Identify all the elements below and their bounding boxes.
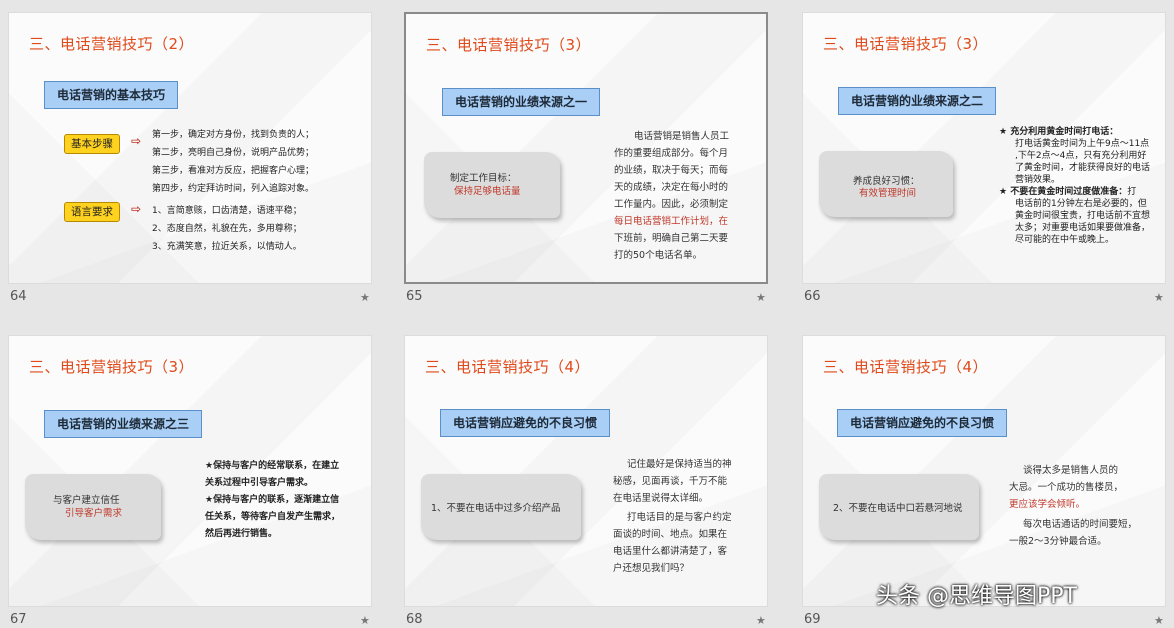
list-item: 1、言简意赅，口齿清楚，语速平稳；: [152, 206, 302, 216]
slide-title: 三、电话营销技巧（3）: [823, 35, 989, 53]
slide-thumbnail-68[interactable]: 三、电话营销技巧（4） 电话营销应避免的不良习惯 1、不要在电话中过多介绍产品 …: [404, 335, 770, 628]
paper-highlight: 有效管理时间: [859, 188, 917, 199]
slide-thumbnail-66[interactable]: 三、电话营销技巧（3） 电话营销的业绩来源之二 养成良好习惯： 有效管理时间 ★…: [802, 12, 1168, 312]
slide-canvas: 三、电话营销技巧（2） 电话营销的基本技巧 基本步骤 ⇨ 第一步，确定对方身份，…: [8, 12, 372, 284]
arrow-icon: ⇨: [131, 202, 142, 216]
section-heading-box: 电话营销应避免的不良习惯: [440, 409, 611, 437]
star-icon[interactable]: ★: [1154, 614, 1164, 627]
star-icon[interactable]: ★: [756, 614, 766, 627]
basic-steps-tag: 基本步骤: [64, 134, 120, 154]
star-icon[interactable]: ★: [360, 291, 370, 304]
body-paragraph: 记住最好是保持适当的神 秘感，见面再谈，千万不能 在电话里说得太详细。: [613, 459, 732, 504]
bullet-heading: ★ 不要在黄金时间过度做准备：打: [999, 187, 1137, 197]
slide-number: 68: [406, 612, 423, 627]
language-list: 1、言简意赅，口齿清楚，语速平稳； 2、态度自然，礼貌在先，多用尊称； 3、充满…: [152, 202, 302, 256]
slide-title: 三、电话营销技巧（3）: [426, 36, 592, 54]
slide-thumbnail-64[interactable]: 三、电话营销技巧（2） 电话营销的基本技巧 基本步骤 ⇨ 第一步，确定对方身份，…: [8, 12, 374, 312]
slide-title: 三、电话营销技巧（2）: [29, 35, 195, 53]
slide-canvas: 三、电话营销技巧（3） 电话营销的业绩来源之一 制定工作目标： 保持足够电话量 …: [404, 12, 768, 284]
slide-canvas: 三、电话营销技巧（4） 电话营销应避免的不良习惯 1、不要在电话中过多介绍产品 …: [404, 335, 768, 607]
slide-canvas: 三、电话营销技巧（3） 电话营销的业绩来源之二 养成良好习惯： 有效管理时间 ★…: [802, 12, 1166, 284]
section-heading-box: 电话营销的业绩来源之二: [838, 87, 997, 115]
list-item: 第二步，亮明自己身份，说明产品优势；: [152, 148, 315, 158]
slide-number: 66: [804, 289, 821, 304]
star-icon[interactable]: ★: [360, 614, 370, 627]
section-heading-box: 电话营销的业绩来源之一: [442, 88, 601, 116]
bullet-heading: ★ 充分利用黄金时间打电话：: [999, 127, 1119, 137]
highlight-paragraph: 打电话目的是与客户约定 面谈的时间、地点。如果在 电话里什么都讲清楚了，客 户还…: [613, 512, 732, 574]
slide-title: 三、电话营销技巧（3）: [29, 358, 195, 376]
section-heading-box: 电话营销的基本技巧: [44, 81, 179, 109]
slide-number: 67: [10, 612, 27, 627]
list-item: 第一步，确定对方身份，找到负责的人；: [152, 130, 315, 140]
list-item: 3、充满笑意，拉近关系，以情动人。: [152, 242, 302, 252]
list-item: 2、态度自然，礼貌在先，多用尊称；: [152, 224, 302, 234]
paper-label: 制定工作目标：: [450, 173, 517, 184]
bullet-list: ★ 充分利用黄金时间打电话： 打电话黄金时间为上午9点～11点 ,下午2点～4点…: [999, 126, 1165, 246]
slide-canvas: 三、电话营销技巧（4） 电话营销应避免的不良习惯 2、不要在电话中口若悬河地说 …: [802, 335, 1166, 607]
slide-canvas: 三、电话营销技巧（3） 电话营销的业绩来源之三 与客户建立信任 引导客户需求 ★…: [8, 335, 372, 607]
watermark-text: 头条 @思维导图PPT: [876, 584, 1077, 609]
slide-title: 三、电话营销技巧（4）: [425, 358, 591, 376]
paper-label: 1、不要在电话中过多介绍产品: [431, 503, 561, 514]
list-item: 第四步，约定拜访时间，列入追踪对象。: [152, 184, 315, 194]
slide-thumbnail-65[interactable]: 三、电话营销技巧（3） 电话营销的业绩来源之一 制定工作目标： 保持足够电话量 …: [404, 12, 770, 312]
star-icon[interactable]: ★: [756, 291, 766, 304]
slide-thumbnail-67[interactable]: 三、电话营销技巧（3） 电话营销的业绩来源之三 与客户建立信任 引导客户需求 ★…: [8, 335, 374, 628]
slide-number: 64: [10, 289, 27, 304]
language-requirements-tag: 语言要求: [64, 202, 120, 222]
body-paragraph: 电话营销是销售人员工 作的重要组成部分。每个月 的业绩，取决于每天；而每 天的成…: [614, 131, 730, 261]
body-paragraph: 每次电话通话的时间要短， 一般2～3分钟最合适。: [1009, 519, 1138, 547]
slide-number: 65: [406, 289, 423, 304]
body-paragraph: 谈得太多是销售人员的 大忌。一个成功的售楼员， 更应该学会倾听。: [1009, 465, 1124, 510]
section-heading-box: 电话营销的业绩来源之三: [44, 410, 203, 438]
body-paragraph: ★保持与客户的经常联系，在建立 关系过程中引导客户需求。 ★保持与客户的联系，逐…: [205, 461, 341, 539]
star-icon[interactable]: ★: [1154, 291, 1164, 304]
slide-title: 三、电话营销技巧（4）: [823, 358, 989, 376]
paper-label: 2、不要在电话中口若悬河地说: [833, 503, 963, 514]
slide-number: 69: [804, 612, 821, 627]
arrow-icon: ⇨: [131, 134, 142, 148]
list-item: 第三步，看准对方反应，把握客户心理；: [152, 166, 315, 176]
paper-label: 与客户建立信任: [53, 495, 120, 506]
paper-highlight: 保持足够电话量: [454, 186, 521, 197]
steps-list: 第一步，确定对方身份，找到负责的人； 第二步，亮明自己身份，说明产品优势； 第三…: [152, 126, 314, 198]
section-heading-box: 电话营销应避免的不良习惯: [837, 409, 1008, 437]
paper-highlight: 引导客户需求: [65, 508, 123, 519]
